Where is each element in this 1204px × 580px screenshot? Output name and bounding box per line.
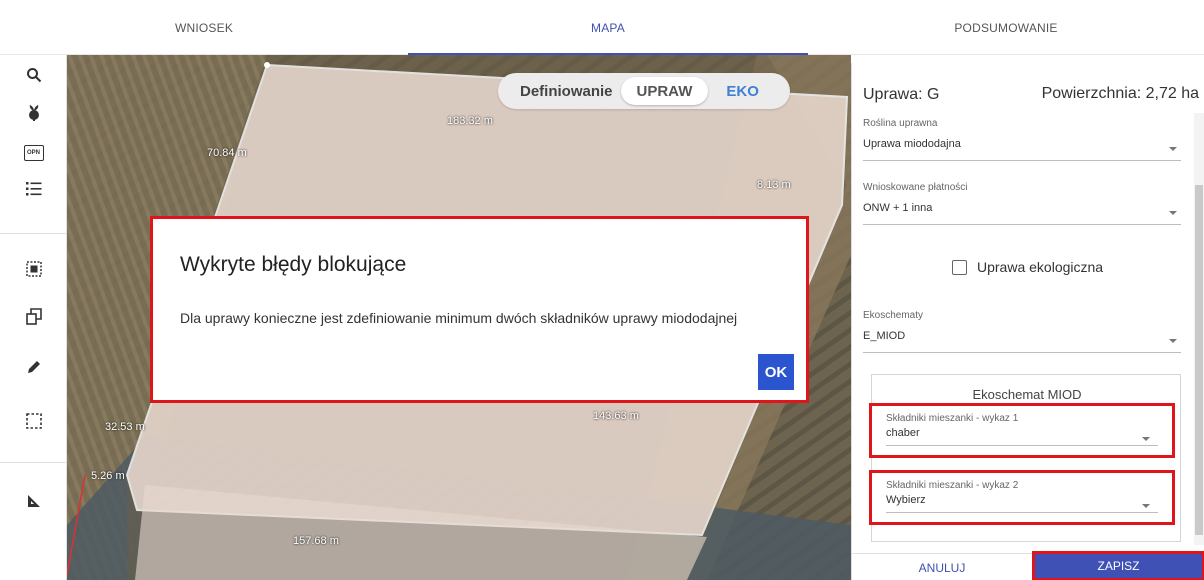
top-tab-bar: WNIOSEK MAPA PODSUMOWANIE bbox=[0, 0, 1204, 55]
select-area-tool[interactable] bbox=[0, 253, 67, 289]
tab-mapa[interactable]: MAPA bbox=[408, 0, 808, 55]
measure-label: 157.68 m bbox=[293, 535, 339, 547]
eco-checkbox[interactable] bbox=[952, 259, 967, 275]
selection-tool[interactable] bbox=[0, 405, 67, 441]
search-icon bbox=[26, 67, 42, 88]
plant-icon bbox=[26, 104, 42, 127]
measure-label: 5.26 m bbox=[91, 470, 125, 482]
pencil-icon bbox=[27, 360, 41, 379]
area-value: Powierzchnia: 2,72 ha bbox=[1041, 85, 1199, 102]
plant-tool[interactable] bbox=[0, 97, 67, 133]
list-icon bbox=[25, 181, 42, 201]
mix2-value: Wybierz bbox=[886, 494, 926, 506]
ecoschemes-value: E_MIOD bbox=[863, 330, 906, 342]
measure-label: 143.63 m bbox=[593, 410, 639, 422]
pencil-tool[interactable] bbox=[0, 351, 67, 387]
cancel-button[interactable]: ANULUJ bbox=[882, 554, 1002, 580]
dialog-message: Dla uprawy konieczne jest zdefiniowanie … bbox=[180, 310, 738, 326]
plant-label: Roślina uprawna bbox=[863, 118, 938, 129]
field-underline bbox=[886, 445, 1158, 446]
save-button[interactable]: ZAPISZ bbox=[1032, 551, 1204, 580]
payments-select[interactable]: Wnioskowane płatności ONW + 1 inna bbox=[863, 182, 1181, 225]
payments-label: Wnioskowane płatności bbox=[863, 182, 968, 193]
mode-toggle: Definiowanie UPRAW EKO bbox=[498, 73, 790, 109]
opn-icon: OPN bbox=[23, 145, 44, 161]
field-underline bbox=[886, 512, 1158, 513]
opn-tool[interactable]: OPN bbox=[0, 135, 67, 171]
chevron-down-icon bbox=[1169, 147, 1177, 151]
chevron-down-icon bbox=[1169, 339, 1177, 343]
panel-footer: ANULUJ ZAPISZ bbox=[852, 551, 1204, 580]
measure-label: 32.53 m bbox=[105, 421, 145, 433]
chevron-down-icon bbox=[1142, 504, 1150, 508]
toolbar-divider bbox=[0, 462, 67, 463]
ecoschemes-select[interactable]: Ekoschematy E_MIOD bbox=[863, 310, 1181, 353]
panel-scrollbar[interactable] bbox=[1194, 113, 1204, 545]
dialog-title: Wykryte błędy blokujące bbox=[180, 253, 407, 276]
crop-panel: Uprawa: G Powierzchnia: 2,72 ha Roślina … bbox=[851, 63, 1204, 580]
tab-podsumowanie[interactable]: PODSUMOWANIE bbox=[808, 0, 1204, 55]
panel-header: Uprawa: G Powierzchnia: 2,72 ha bbox=[852, 63, 1204, 111]
list-tool[interactable] bbox=[0, 173, 67, 209]
mode-eko-button[interactable]: EKO bbox=[726, 83, 759, 100]
chevron-down-icon bbox=[1169, 211, 1177, 215]
selection-icon bbox=[25, 412, 42, 434]
copy-icon bbox=[25, 308, 42, 330]
chevron-down-icon bbox=[1142, 437, 1150, 441]
ok-button[interactable]: OK bbox=[758, 354, 794, 390]
payments-value: ONW + 1 inna bbox=[863, 202, 933, 214]
mix1-value: chaber bbox=[886, 427, 920, 439]
measure-icon bbox=[27, 494, 41, 513]
mix2-label: Składniki mieszanki - wykaz 2 bbox=[886, 480, 1019, 491]
eko-section-title: Ekoschemat MIOD bbox=[972, 387, 1082, 402]
measure-tool[interactable] bbox=[0, 485, 67, 521]
plant-value: Uprawa miododajna bbox=[863, 138, 961, 150]
panel-title: Uprawa: G bbox=[863, 86, 940, 103]
scrollbar-thumb[interactable] bbox=[1195, 185, 1203, 535]
select-area-icon bbox=[25, 260, 42, 282]
mix2-select[interactable]: Składniki mieszanki - wykaz 2 Wybierz bbox=[869, 470, 1175, 525]
error-dialog: Wykryte błędy blokujące Dla uprawy konie… bbox=[150, 216, 809, 403]
mix1-select[interactable]: Składniki mieszanki - wykaz 1 chaber bbox=[869, 403, 1175, 458]
measure-label: 183.32 m bbox=[447, 115, 493, 127]
measure-label: 8.13 m bbox=[757, 179, 791, 191]
mode-upraw-button[interactable]: UPRAW bbox=[620, 77, 709, 105]
mix1-label: Składniki mieszanki - wykaz 1 bbox=[886, 413, 1019, 424]
eco-checkbox-row[interactable]: Uprawa ekologiczna bbox=[952, 259, 1103, 275]
mode-label: Definiowanie bbox=[520, 82, 613, 100]
toolbar-divider bbox=[0, 233, 67, 234]
plant-select[interactable]: Roślina uprawna Uprawa miododajna bbox=[863, 118, 1181, 161]
search-tool[interactable] bbox=[0, 59, 67, 95]
eco-checkbox-label: Uprawa ekologiczna bbox=[977, 259, 1104, 275]
ecoschemes-label: Ekoschematy bbox=[863, 310, 924, 321]
left-toolbar: OPN bbox=[0, 55, 67, 580]
tab-wniosek[interactable]: WNIOSEK bbox=[0, 0, 408, 55]
copy-tool[interactable] bbox=[0, 301, 67, 337]
measure-label: 70.84 m bbox=[207, 147, 247, 159]
